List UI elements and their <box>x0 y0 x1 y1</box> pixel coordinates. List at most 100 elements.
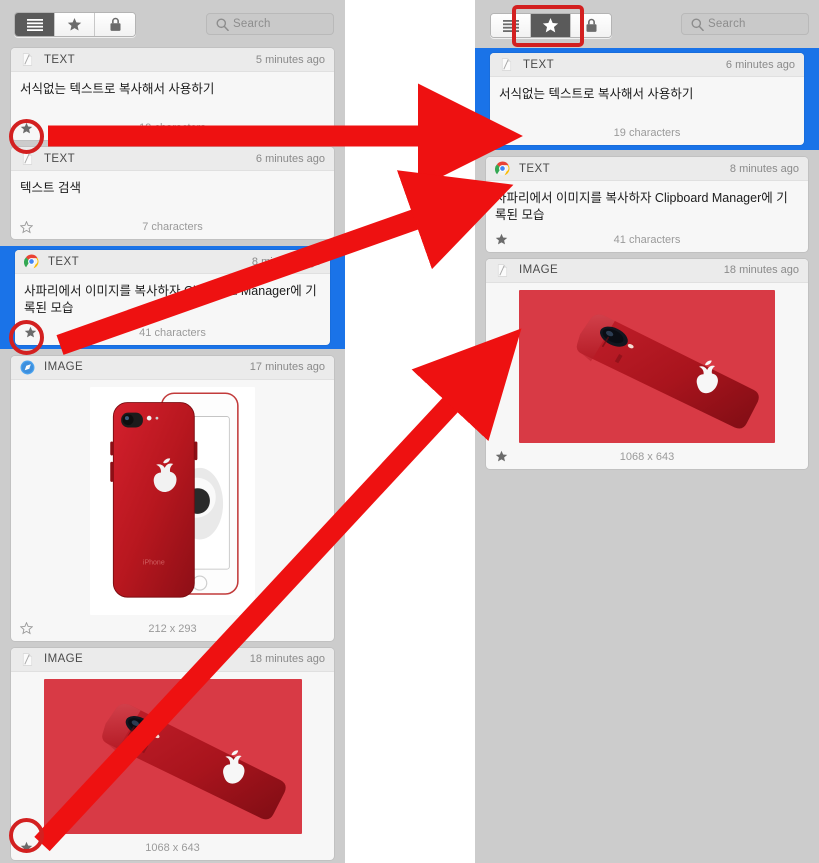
tab-favorites-left[interactable] <box>55 13 95 36</box>
card-timestamp: 6 minutes ago <box>255 152 325 165</box>
iphone-7-red-angled-image <box>519 289 775 443</box>
favorite-star-filled-icon[interactable] <box>499 127 512 140</box>
generic-app-icon <box>501 58 512 71</box>
card-footer: 19 characters <box>490 121 804 145</box>
card-footer: 41 characters <box>15 321 330 345</box>
clipboard-card[interactable]: IMAGE 17 minutes ago iPhone 212 x 293 <box>11 355 334 641</box>
search-field-right[interactable]: Search <box>681 13 809 35</box>
card-header: TEXT 6 minutes ago <box>490 53 804 77</box>
favorite-star-outline-icon[interactable] <box>20 622 33 635</box>
card-text-body: 사파리에서 이미지를 복사하자 Clipboard Manager에 기록된 모… <box>15 274 330 321</box>
card-kind-label: TEXT <box>48 255 79 268</box>
clipboard-window-all-items: Search TEXT 5 minutes ago 서식없는 텍스트로 복사해서 사… <box>0 0 345 863</box>
card-timestamp: 17 minutes ago <box>249 361 325 374</box>
clipboard-card[interactable]: IMAGE 18 minutes ago 1068 x 643 <box>486 258 808 469</box>
card-text-content: 서식없는 텍스트로 복사해서 사용하기 <box>20 82 215 96</box>
card-header: IMAGE 17 minutes ago <box>11 355 334 380</box>
card-meta-label: 19 characters <box>613 127 681 139</box>
tab-all-items-left[interactable] <box>15 13 55 36</box>
search-icon <box>216 18 229 36</box>
card-body-container[interactable]: TEXT 6 minutes ago 텍스트 검색 7 characters <box>11 147 334 239</box>
clipboard-card[interactable]: TEXT 6 minutes ago 텍스트 검색 7 characters <box>11 147 334 239</box>
card-footer: 1068 x 643 <box>11 836 334 860</box>
card-footer: 41 characters <box>486 228 808 252</box>
card-text-body: 서식없는 텍스트로 복사해서 사용하기 <box>490 77 804 121</box>
clipboard-card-selected[interactable]: TEXT 8 minutes ago 사파리에서 이미지를 복사하자 Clipboa… <box>0 246 345 349</box>
view-mode-segmented-control-right[interactable] <box>490 13 612 38</box>
favorite-star-filled-icon[interactable] <box>20 841 33 854</box>
tab-favorites-right[interactable] <box>531 14 571 37</box>
card-meta-label: 41 characters <box>139 326 206 339</box>
clipboard-list-all-items[interactable]: TEXT 5 minutes ago 서식없는 텍스트로 복사해서 사용하기 19 c… <box>0 48 345 863</box>
iphone-7-red-angled-image <box>43 678 302 834</box>
view-mode-segmented-control-left[interactable] <box>14 12 136 37</box>
card-text-content: 서식없는 텍스트로 복사해서 사용하기 <box>499 87 694 101</box>
card-kind-label: IMAGE <box>44 361 84 374</box>
card-body-container[interactable]: IMAGE 18 minutes ago 1068 x 643 <box>11 647 334 860</box>
card-image-body: iPhone <box>11 380 334 617</box>
card-timestamp: 18 minutes ago <box>723 264 799 277</box>
clipboard-window-favorites: Search TEXT 6 minutes ago 서식없는 텍스트로 복사해서 사… <box>475 0 819 863</box>
card-meta-label: 212 x 293 <box>148 622 197 635</box>
safari-icon <box>20 360 35 375</box>
search-placeholder-right: Search <box>708 18 746 30</box>
generic-app-icon <box>497 264 508 277</box>
card-text-content: 사파리에서 이미지를 복사하자 Clipboard Manager에 기록된 모… <box>495 191 788 222</box>
chrome-icon <box>24 254 39 269</box>
card-text-content: 텍스트 검색 <box>20 181 81 195</box>
tab-locked-left[interactable] <box>95 13 135 36</box>
tab-locked-right[interactable] <box>571 14 611 37</box>
toolbar-left: Search <box>0 0 345 48</box>
card-body-container[interactable]: TEXT 8 minutes ago 사파리에서 이미지를 복사하자 Clipboa… <box>486 157 808 252</box>
card-body-container[interactable]: IMAGE 18 minutes ago 1068 x 643 <box>486 258 808 469</box>
screenshot-root: Search TEXT 5 minutes ago 서식없는 텍스트로 복사해서 사… <box>0 0 819 863</box>
chrome-icon <box>495 161 510 176</box>
card-meta-label: 1068 x 643 <box>619 450 675 463</box>
toolbar-right: Search <box>475 0 819 48</box>
card-header: TEXT 5 minutes ago <box>11 48 334 72</box>
generic-app-icon <box>22 152 33 165</box>
clipboard-card[interactable]: TEXT 5 minutes ago 서식없는 텍스트로 복사해서 사용하기 19 c… <box>11 48 334 140</box>
card-meta-label: 1068 x 643 <box>145 841 200 854</box>
card-text-body: 사파리에서 이미지를 복사하자 Clipboard Manager에 기록된 모… <box>486 181 808 228</box>
card-body-container[interactable]: IMAGE 17 minutes ago iPhone 212 x 293 <box>11 355 334 641</box>
card-body-container[interactable]: TEXT 8 minutes ago 사파리에서 이미지를 복사하자 Clipboa… <box>15 250 330 345</box>
lock-icon <box>585 18 597 32</box>
tab-all-items-right[interactable] <box>491 14 531 37</box>
search-icon <box>691 18 704 36</box>
card-kind-label: TEXT <box>44 53 75 66</box>
card-image-body <box>486 283 808 445</box>
card-footer: 19 characters <box>11 116 334 140</box>
card-kind-label: TEXT <box>523 58 554 71</box>
clipboard-list-favorites[interactable]: TEXT 6 minutes ago 서식없는 텍스트로 복사해서 사용하기 19 c… <box>475 48 819 469</box>
favorite-star-outline-icon[interactable] <box>20 220 33 234</box>
star-icon <box>542 17 559 32</box>
card-text-body: 텍스트 검색 <box>11 171 334 215</box>
search-placeholder-left: Search <box>233 18 271 30</box>
generic-app-icon <box>22 653 33 666</box>
iphone-7-red-product-pair-image: iPhone <box>90 386 255 615</box>
list-icon <box>502 19 519 32</box>
card-body-container[interactable]: TEXT 6 minutes ago 서식없는 텍스트로 복사해서 사용하기 19 c… <box>490 53 804 145</box>
card-timestamp: 5 minutes ago <box>255 53 325 66</box>
card-timestamp: 8 minutes ago <box>251 255 321 268</box>
card-header: IMAGE 18 minutes ago <box>11 647 334 672</box>
clipboard-card-selected[interactable]: TEXT 6 minutes ago 서식없는 텍스트로 복사해서 사용하기 19 c… <box>475 48 819 150</box>
card-header: TEXT 8 minutes ago <box>486 157 808 181</box>
clipboard-card[interactable]: TEXT 8 minutes ago 사파리에서 이미지를 복사하자 Clipboa… <box>486 157 808 252</box>
favorite-star-filled-icon[interactable] <box>495 233 508 246</box>
clipboard-card[interactable]: IMAGE 18 minutes ago 1068 x 643 <box>11 647 334 860</box>
search-field-left[interactable]: Search <box>206 13 334 35</box>
card-footer: 7 characters <box>11 215 334 239</box>
card-footer: 212 x 293 <box>11 617 334 641</box>
favorite-star-filled-icon[interactable] <box>20 122 33 135</box>
favorite-star-filled-icon[interactable] <box>24 326 37 339</box>
card-kind-label: TEXT <box>519 162 550 175</box>
favorite-star-filled-icon[interactable] <box>495 450 508 463</box>
card-timestamp: 6 minutes ago <box>725 58 795 71</box>
card-body-container[interactable]: TEXT 5 minutes ago 서식없는 텍스트로 복사해서 사용하기 19 c… <box>11 48 334 140</box>
card-kind-label: IMAGE <box>519 264 559 277</box>
card-timestamp: 18 minutes ago <box>249 653 325 666</box>
card-image-body <box>11 672 334 836</box>
lock-icon <box>109 17 121 31</box>
